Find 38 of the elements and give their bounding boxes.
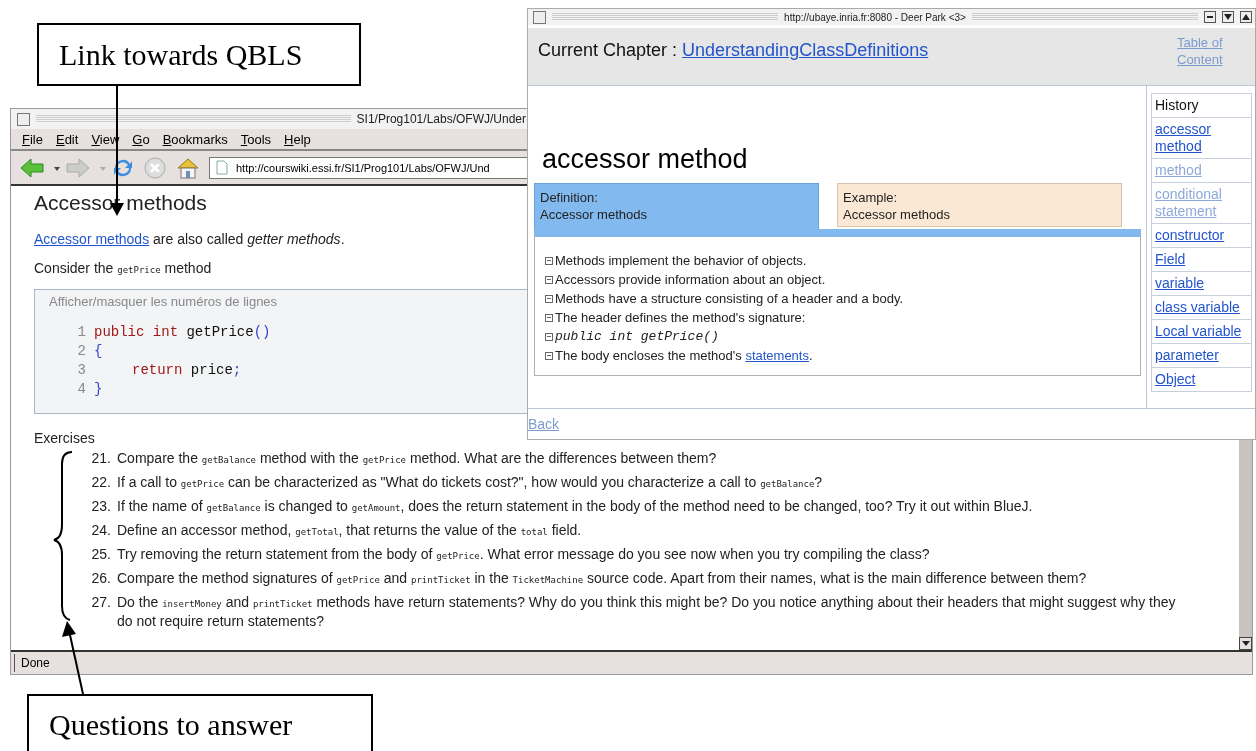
status-text: Done: [14, 654, 56, 672]
question-text: If the name of getBalance is changed to getAmount, does the return statement in the body of the method need to be changed, too? Try it out within BlueJ.: [117, 498, 1034, 516]
chapter-label: Current Chapter :: [538, 40, 679, 60]
consider-text: Consider the getPrice method: [34, 260, 212, 276]
question-number: 23.: [90, 498, 112, 516]
question-text: Compare the method signatures of getPrice and printTicket in the TicketMachine source code. Apart from their names, what is the main difference between them?: [117, 570, 1088, 588]
code-line: }: [94, 380, 103, 399]
question-text: Do the insertMoney and printTicket methods have return statements? Why do you think this might be? Do you notice anything about their headers that might suggest why they do not require return statements?: [117, 594, 1177, 630]
exercises-heading: Exercises: [34, 430, 96, 446]
code-line: public int getPrice(): [94, 323, 271, 342]
line-number: 4: [76, 380, 86, 399]
definition-line: Accessors provide information about an object.: [555, 271, 826, 289]
intro-paragraph: Accessor methods are also called getter methods.: [34, 231, 345, 247]
line-number: 1: [76, 323, 86, 342]
line-number: 2: [76, 342, 86, 361]
callout-box: Questions to answer: [27, 694, 373, 751]
question-number: 25.: [90, 546, 112, 564]
question-text: If a call to getPrice can be characterized as "What do tickets cost?", how would you characterize a call to getBalance?: [117, 474, 824, 492]
window-title: http://ubaye.inria.fr:8080 - Deer Park <3>: [784, 11, 966, 23]
code-line: return price;: [131, 361, 242, 380]
question-number: 27.: [90, 594, 112, 612]
line-number: 3: [76, 361, 86, 380]
definition-line: The body encloses the method's statements.: [555, 347, 813, 365]
window-title: SI1/Prog101/Labs/OFWJ/Under: [356, 112, 526, 126]
history-heading: History: [1151, 93, 1252, 118]
definition-line: Methods implement the behavior of objects.: [555, 252, 807, 270]
definition-line: Methods have a structure consisting of a header and a body.: [555, 290, 904, 308]
definition-line: public int getPrice(): [555, 328, 719, 346]
question-number: 26.: [90, 570, 112, 588]
question-number: 22.: [90, 474, 112, 492]
question-text: Try removing the return statement from the body of getPrice. What error message do you see now when you try compiling the class?: [117, 546, 931, 564]
question-text: Define an accessor method, getTotal, that returns the value of the total field.: [117, 522, 583, 540]
callout-box: Link towards QBLS: [37, 23, 361, 86]
question-text: Compare the getBalance method with the getPrice method. What are the differences between them?: [117, 450, 718, 468]
question-number: 21.: [90, 450, 112, 468]
question-number: 24.: [90, 522, 112, 540]
definition-line: The header defines the method's signature:: [555, 309, 806, 327]
code-line: {: [94, 342, 103, 361]
